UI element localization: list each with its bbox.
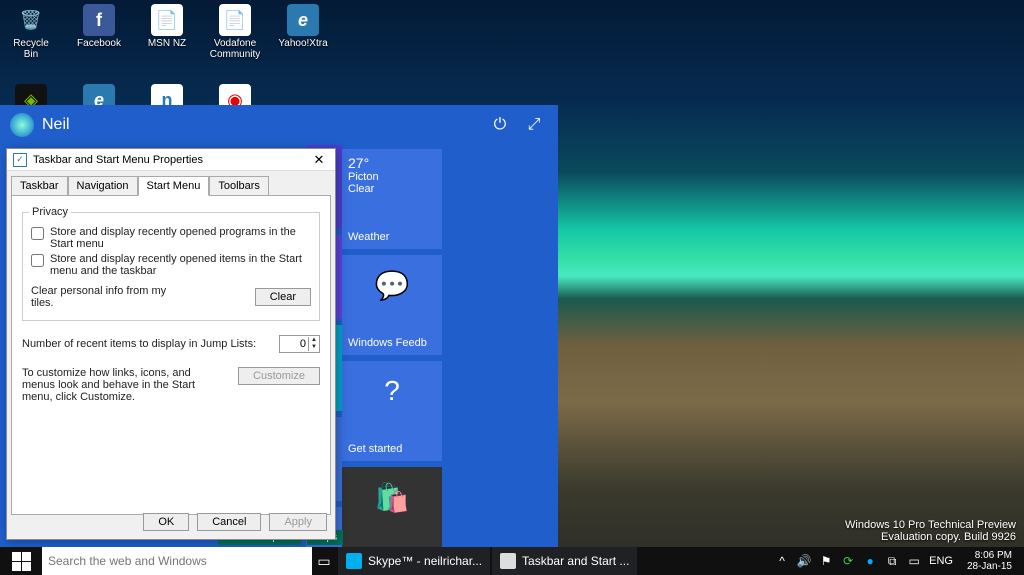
power-icon[interactable]: ⏻ [486,111,514,139]
taskview-icon: ▭ [317,553,330,570]
desktop-icon-label: Vodafone Community [210,38,261,60]
facebook-icon: f [83,4,115,36]
help-icon: ? [384,375,400,407]
tile-weather[interactable]: 27° Picton Clear Weather [342,149,442,249]
taskbar-app-label: Skype™ - neilrichar... [368,554,482,568]
shield-icon[interactable]: ⚑ [819,554,833,568]
tab-body: Privacy Store and display recently opene… [11,195,331,515]
shortcut-icon: 📄 [151,4,183,36]
watermark-line2: Evaluation copy. Build 9926 [845,531,1016,543]
tile-area: 27° Picton Clear Weather 💬 Windows Feedb… [342,145,558,547]
clock-time: 8:06 PM [967,550,1012,561]
windows-logo-icon [12,552,31,571]
watermark: Windows 10 Pro Technical Preview Evaluat… [845,519,1016,543]
taskbar-app-label: Taskbar and Start ... [522,554,629,568]
properties-dialog: ✓ Taskbar and Start Menu Properties ✕ Ta… [6,148,336,540]
jumplist-stepper[interactable]: ▲▼ [279,335,320,353]
tile-feedback[interactable]: 💬 Windows Feedb [342,255,442,355]
taskbar: ▭ Skype™ - neilrichar... Taskbar and Sta… [0,547,1024,575]
tile-label: Windows Feedb [348,337,436,349]
start-header: Neil ⏻ ⤢ [0,105,558,145]
tile-label: Get started [348,443,436,455]
desktop-icon-recyclebin[interactable]: 🗑️Recycle Bin [6,4,56,60]
tile-getstarted[interactable]: ? Get started [342,361,442,461]
dialog-title: Taskbar and Start Menu Properties [33,154,309,166]
jumplist-value[interactable] [280,338,308,350]
taskview-button[interactable]: ▭ [312,547,336,575]
system-tray: ^ 🔊 ⚑ ⟳ ● ⧉ ▭ ENG 8:06 PM 28-Jan-15 [769,547,1024,575]
start-button[interactable] [0,547,42,575]
properties-icon [500,553,516,569]
skype-tray-icon[interactable]: ● [863,554,877,568]
skype-icon [346,553,362,569]
dialog-icon: ✓ [13,153,27,167]
taskbar-clock[interactable]: 8:06 PM 28-Jan-15 [961,550,1018,572]
spin-up-icon[interactable]: ▲ [309,337,319,344]
desktop-icon-label: Facebook [77,38,121,49]
desktop-icon-vodafone[interactable]: 📄Vodafone Community [210,4,260,60]
clear-button[interactable]: Clear [255,288,311,306]
desktop-icon-label: Yahoo!Xtra [278,38,327,49]
network-icon[interactable]: ⧉ [885,554,899,568]
shortcut-icon: 📄 [219,4,251,36]
desktop-icon-facebook[interactable]: f Facebook [74,4,124,60]
taskbar-app-properties[interactable]: Taskbar and Start ... [492,547,637,575]
user-avatar[interactable] [10,113,34,137]
clear-tiles-label: Clear personal info from my tiles. [31,285,191,309]
tab-navigation[interactable]: Navigation [68,176,138,196]
action-center-icon[interactable]: ▭ [907,554,921,568]
checkbox-recent-programs[interactable] [31,227,44,240]
spin-down-icon[interactable]: ▼ [309,344,319,351]
checkbox-label[interactable]: Store and display recently opened progra… [50,226,311,250]
expand-icon[interactable]: ⤢ [520,111,548,139]
desktop-icon-yahoo[interactable]: e Yahoo!Xtra [278,4,328,60]
store-icon: 🛍️ [375,481,410,514]
ie-icon: e [287,4,319,36]
volume-icon[interactable]: 🔊 [797,554,811,568]
dialog-titlebar[interactable]: ✓ Taskbar and Start Menu Properties ✕ [7,149,335,171]
tab-taskbar[interactable]: Taskbar [11,176,68,196]
search-input[interactable] [48,554,306,568]
checkbox-recent-items[interactable] [31,254,44,267]
tab-toolbars[interactable]: Toolbars [209,176,269,196]
close-icon[interactable]: ✕ [309,152,329,168]
weather-location: Picton [348,171,436,183]
desktop-icon-label: MSN NZ [148,38,186,49]
ok-button[interactable]: OK [143,513,189,531]
privacy-legend: Privacy [29,206,71,218]
customize-button: Customize [238,367,320,385]
weather-condition: Clear [348,183,436,195]
taskbar-search[interactable] [42,547,312,575]
clock-date: 28-Jan-15 [967,561,1012,572]
customize-text: To customize how links, icons, and menus… [22,367,222,403]
checkbox-label[interactable]: Store and display recently opened items … [50,253,311,277]
privacy-group: Privacy Store and display recently opene… [22,212,320,321]
taskbar-app-skype[interactable]: Skype™ - neilrichar... [338,547,490,575]
checkbox-row: Store and display recently opened items … [31,253,311,277]
tab-startmenu[interactable]: Start Menu [138,176,210,196]
checkbox-row: Store and display recently opened progra… [31,226,311,250]
tray-up-icon[interactable]: ^ [775,554,789,568]
sync-icon[interactable]: ⟳ [841,554,855,568]
jumplist-label: Number of recent items to display in Jum… [22,338,256,350]
apply-button: Apply [269,513,327,531]
cancel-button[interactable]: Cancel [197,513,261,531]
chat-icon: 💬 [375,269,410,302]
dialog-tabs: Taskbar Navigation Start Menu Toolbars [11,175,331,195]
user-name[interactable]: Neil [42,116,70,134]
tile-label: Weather [348,231,436,243]
desktop-icons-row1: 🗑️Recycle Bin fFacebook 📄MSN NZ 📄Vodafon… [0,0,334,64]
recyclebin-icon: 🗑️ [15,4,47,36]
weather-temp: 27° [348,155,436,171]
dialog-buttons: OK Cancel Apply [143,513,327,531]
desktop-icon-label: Recycle Bin [6,38,56,60]
watermark-line1: Windows 10 Pro Technical Preview [845,519,1016,531]
desktop-icon-msn[interactable]: 📄 MSN NZ [142,4,192,60]
language-indicator[interactable]: ENG [929,555,953,567]
